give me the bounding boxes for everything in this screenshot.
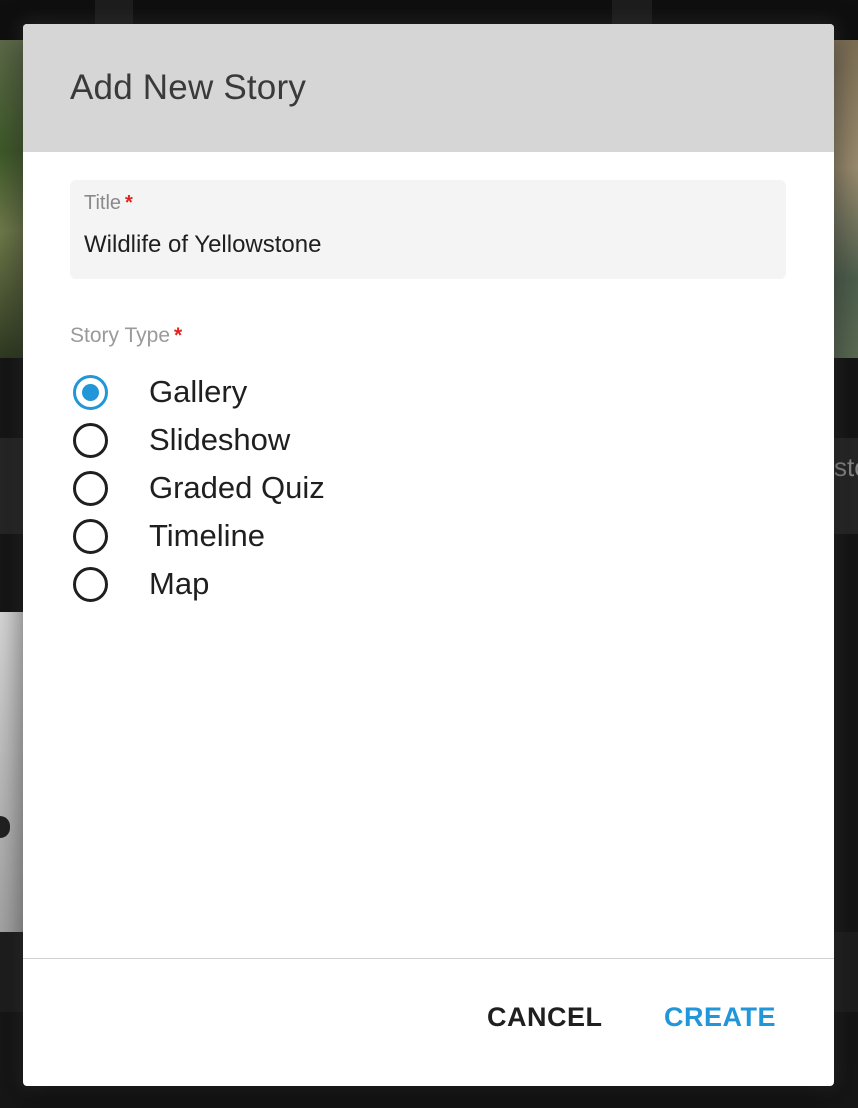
cancel-button[interactable]: CANCEL	[487, 1002, 603, 1033]
story-type-label-text: Story Type	[70, 324, 170, 347]
radio-option-timeline[interactable]: Timeline	[73, 512, 325, 560]
title-label-text: Title	[84, 192, 122, 214]
radio-button[interactable]	[73, 518, 108, 554]
background-photo	[0, 612, 24, 932]
background-photo	[0, 40, 24, 358]
radio-label[interactable]: Slideshow	[149, 422, 290, 458]
dialog-title: Add New Story	[70, 68, 307, 107]
footer-divider	[23, 958, 834, 959]
required-asterisk: *	[174, 324, 183, 347]
radio-button-checked[interactable]	[73, 374, 108, 410]
background-peek-text: sto	[834, 452, 858, 482]
radio-label[interactable]: Timeline	[149, 518, 265, 554]
background-photo	[834, 40, 858, 358]
title-input[interactable]	[84, 228, 764, 262]
create-button[interactable]: CREATE	[664, 1002, 776, 1033]
radio-option-map[interactable]: Map	[73, 560, 325, 608]
title-field-label: Title *	[84, 192, 133, 215]
required-asterisk: *	[125, 192, 133, 214]
radio-label[interactable]: Map	[149, 566, 209, 602]
title-field[interactable]: Title *	[70, 180, 786, 279]
radio-label[interactable]: Gallery	[149, 374, 247, 410]
story-type-radio-group: Gallery Slideshow Graded Quiz Timeline M…	[73, 368, 325, 608]
radio-option-gallery[interactable]: Gallery	[73, 368, 325, 416]
radio-option-graded-quiz[interactable]: Graded Quiz	[73, 464, 325, 512]
story-type-label: Story Type *	[70, 324, 182, 348]
radio-button[interactable]	[73, 566, 108, 602]
radio-button[interactable]	[73, 422, 108, 458]
radio-button[interactable]	[73, 470, 108, 506]
radio-option-slideshow[interactable]: Slideshow	[73, 416, 325, 464]
add-story-dialog: Add New Story Title* Story Type* Gallery…	[23, 24, 834, 1086]
radio-label[interactable]: Graded Quiz	[149, 470, 325, 506]
dialog-header: Add New Story	[23, 24, 834, 152]
